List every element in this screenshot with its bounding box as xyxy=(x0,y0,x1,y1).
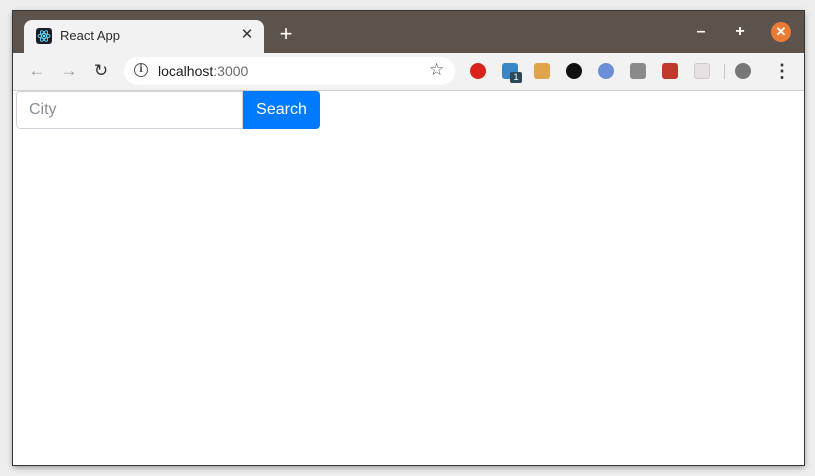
city-input[interactable] xyxy=(16,91,243,129)
tab-close-icon[interactable]: ✕ xyxy=(239,27,255,43)
browser-window: React App ✕ + – + ✕ ← → ↻ i localhost:30… xyxy=(13,11,804,465)
bookmark-star-icon[interactable]: ☆ xyxy=(429,60,444,80)
title-bar: React App ✕ + – + ✕ xyxy=(13,11,804,53)
back-button[interactable]: ← xyxy=(27,61,47,81)
window-close-button[interactable]: ✕ xyxy=(771,22,791,42)
url-host: localhost xyxy=(158,63,214,79)
browser-toolbar: ← → ↻ i localhost:3000 ☆ 1 ⋮ xyxy=(13,53,804,91)
url-port: :3000 xyxy=(213,63,249,79)
page-content: Search xyxy=(13,91,804,465)
react-logo-icon xyxy=(36,28,52,44)
search-button[interactable]: Search xyxy=(243,91,320,129)
grey-tool-extension-icon[interactable] xyxy=(630,63,646,79)
orange-box-extension-icon[interactable] xyxy=(534,63,550,79)
url-text: localhost:3000 xyxy=(158,63,248,79)
minimize-button[interactable]: – xyxy=(691,22,711,42)
calendar-extension-icon[interactable] xyxy=(694,63,710,79)
red-monster-extension-icon[interactable] xyxy=(662,63,678,79)
new-tab-button[interactable]: + xyxy=(275,23,297,46)
red-shield-extension-icon[interactable] xyxy=(470,63,486,79)
browser-menu-icon[interactable]: ⋮ xyxy=(773,61,791,81)
address-bar[interactable]: i localhost:3000 ☆ xyxy=(124,57,455,85)
reload-button[interactable]: ↻ xyxy=(91,61,111,81)
tab-react-app[interactable]: React App ✕ xyxy=(24,20,264,53)
blue-extension-icon[interactable]: 1 xyxy=(502,63,522,83)
paw-extension-icon[interactable] xyxy=(566,63,582,79)
blue-orb-extension-icon[interactable] xyxy=(598,63,614,79)
maximize-button[interactable]: + xyxy=(730,22,750,42)
site-info-icon[interactable]: i xyxy=(134,63,148,77)
extension-badge: 1 xyxy=(510,72,522,83)
forward-button[interactable]: → xyxy=(59,61,79,81)
tab-title: React App xyxy=(60,28,120,43)
profile-avatar-icon[interactable] xyxy=(735,63,751,79)
toolbar-divider xyxy=(724,64,725,79)
